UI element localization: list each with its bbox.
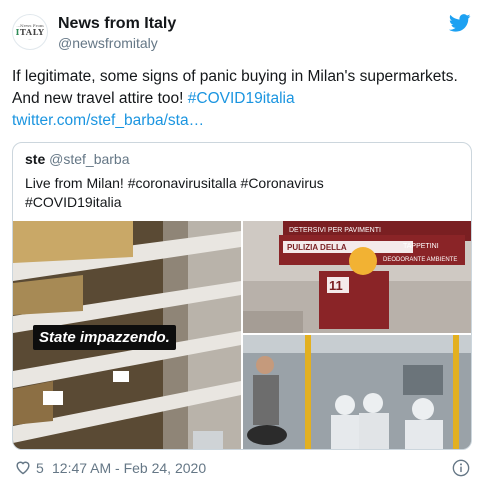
quoted-text: Live from Milan! #coronavirusitalla #Cor… — [25, 174, 465, 212]
like-count[interactable]: 5 — [36, 460, 44, 476]
tweet-body: If legitimate, some signs of panic buyin… — [12, 66, 472, 132]
embedded-tweet: ...News From ITALY ... News from Italy @… — [0, 0, 485, 482]
author-name[interactable]: News from Italy — [58, 15, 176, 33]
photo-empty-shelves[interactable]: State impazzendo. — [13, 221, 241, 449]
quoted-author-name: ste — [25, 151, 46, 167]
photo-subway[interactable] — [243, 335, 471, 449]
photo-store-sign[interactable]: DETERSIVI PER PAVIMENTI TAPPETINI PULIZI… — [243, 221, 471, 333]
quoted-author: ste @stef_barba — [25, 151, 130, 167]
avatar-logo-rest: TALY — [19, 26, 45, 37]
sign-middle-text: PULIZIA DELLA — [287, 243, 347, 252]
info-icon[interactable] — [452, 459, 470, 477]
heart-icon[interactable] — [14, 459, 32, 475]
quoted-tweet[interactable]: ste @stef_barba Live from Milan! #corona… — [12, 142, 472, 450]
sign-right-top-text: TAPPETINI — [403, 243, 439, 250]
tweet-timestamp[interactable]: 12:47 AM - Feb 24, 2020 — [52, 460, 206, 476]
quoted-text-line1: Live from Milan! #coronavirusitalla #Cor… — [25, 175, 324, 191]
avatar-logo: ITALY — [16, 26, 45, 37]
subway-illustration — [243, 335, 471, 449]
store-sign-text: DETERSIVI PER PAVIMENTI TAPPETINI PULIZI… — [287, 227, 457, 293]
quoted-author-handle: @stef_barba — [49, 151, 130, 167]
tweet-footer: 5 12:47 AM - Feb 24, 2020 — [14, 458, 474, 478]
twitter-bird-icon[interactable] — [449, 14, 471, 32]
quoted-media-grid: State impazzendo. DETERSIVI PER PAVIMENT… — [13, 221, 471, 449]
sign-top-text: DETERSIVI PER PAVIMENTI — [289, 227, 381, 234]
media-caption: State impazzendo. — [33, 325, 176, 350]
quoted-text-line2: #COVID19italia — [25, 194, 122, 210]
avatar-line3: ... — [28, 36, 32, 41]
author-avatar[interactable]: ...News From ITALY ... — [12, 14, 48, 50]
hashtag-link[interactable]: #COVID19italia — [188, 90, 295, 107]
author-handle[interactable]: @newsfromitaly — [58, 35, 158, 51]
sign-right-middle-text: DEODORANTE AMBIENTE — [383, 257, 457, 263]
sign-aisle-number: 11 — [329, 278, 343, 293]
tweet-url-link[interactable]: twitter.com/stef_barba/sta… — [12, 112, 204, 129]
